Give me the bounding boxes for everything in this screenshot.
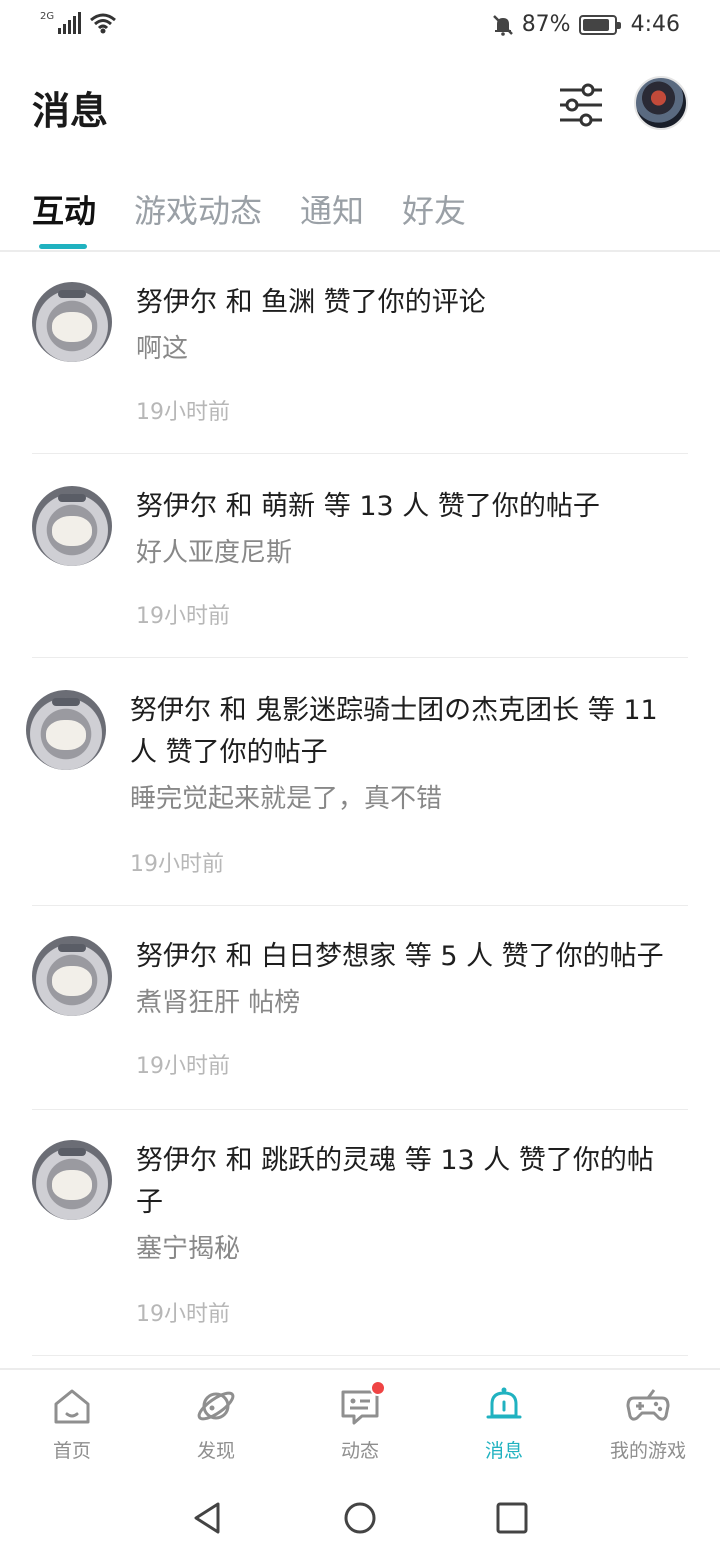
gamepad-icon bbox=[626, 1389, 670, 1421]
message-title-continued: 人 赞了你的帖子 bbox=[130, 737, 328, 768]
filter-button[interactable] bbox=[556, 82, 606, 128]
nav-label: 动态 bbox=[340, 1440, 379, 1462]
nav-label: 消息 bbox=[484, 1440, 523, 1462]
network-type: 2G bbox=[40, 11, 55, 22]
header: 消息 bbox=[0, 60, 720, 160]
message-excerpt: 煮肾狂肝 帖榜 bbox=[136, 988, 301, 1018]
avatar[interactable] bbox=[32, 486, 112, 566]
avatar[interactable] bbox=[32, 282, 112, 362]
tab-indicator bbox=[39, 244, 87, 249]
list-item[interactable]: 努伊尔 和 鬼影迷踪骑士团の杰克团长 等 11 人 赞了你的帖子 睡完觉起来就是… bbox=[26, 658, 688, 906]
list-item[interactable]: 努伊尔 和 萌新 等 13 人 赞了你的帖子 好人亚度尼斯 19小时前 bbox=[32, 454, 688, 658]
recents-icon[interactable] bbox=[494, 1500, 530, 1536]
tab-bar: 互动 游戏动态 通知 好友 bbox=[0, 182, 720, 252]
planet-icon bbox=[197, 1391, 235, 1421]
home-icon bbox=[54, 1389, 90, 1424]
timestamp: 19小时前 bbox=[136, 1054, 230, 1079]
clock: 4:46 bbox=[630, 12, 680, 37]
signal-icon bbox=[58, 12, 82, 34]
timestamp: 19小时前 bbox=[130, 852, 224, 877]
nav-feed[interactable]: 动态 bbox=[288, 1380, 432, 1463]
avatar[interactable] bbox=[32, 936, 112, 1016]
list-item[interactable]: 努伊尔 和 白日梦想家 等 5 人 赞了你的帖子 煮肾狂肝 帖榜 19小时前 bbox=[32, 906, 688, 1110]
battery-percent: 87% bbox=[521, 12, 571, 37]
wifi-icon bbox=[90, 13, 117, 34]
message-excerpt: 睡完觉起来就是了，真不错 bbox=[130, 784, 443, 814]
nav-label: 发现 bbox=[196, 1440, 235, 1462]
bottom-nav: 首页 发现 动态 消息 我的游戏 bbox=[0, 1368, 720, 1476]
sliders-icon bbox=[560, 83, 602, 127]
status-left: 2G bbox=[40, 12, 117, 34]
nav-home[interactable]: 首页 bbox=[0, 1384, 144, 1463]
message-list: 努伊尔 和 鱼渊 赞了你的评论 啊这 19小时前 努伊尔 和 萌新 等 13 人… bbox=[0, 252, 720, 1367]
status-right: 87% 4:46 bbox=[492, 12, 680, 37]
user-avatar[interactable] bbox=[634, 76, 688, 130]
tab-interaction[interactable]: 互动 bbox=[32, 186, 96, 232]
bell-icon bbox=[486, 1387, 522, 1419]
list-item[interactable]: 努伊尔 和 跳跃的灵魂 等 13 人 赞了你的帖 子 塞宁揭秘 19小时前 bbox=[32, 1110, 688, 1356]
message-excerpt: 塞宁揭秘 bbox=[136, 1234, 241, 1264]
mute-bell-icon bbox=[492, 14, 513, 36]
timestamp: 19小时前 bbox=[136, 400, 230, 425]
message-excerpt: 啊这 bbox=[136, 334, 189, 364]
timestamp: 19小时前 bbox=[136, 604, 230, 629]
status-bar: 2G 87% 4:46 bbox=[0, 0, 720, 52]
avatar[interactable] bbox=[32, 1140, 112, 1220]
tab-friends[interactable]: 好友 bbox=[402, 186, 466, 232]
tab-game-news[interactable]: 游戏动态 bbox=[134, 186, 262, 232]
message-title: 努伊尔 和 跳跃的灵魂 等 13 人 赞了你的帖 bbox=[136, 1145, 654, 1176]
message-title: 努伊尔 和 萌新 等 13 人 赞了你的帖子 bbox=[136, 491, 600, 522]
nav-my-games[interactable]: 我的游戏 bbox=[576, 1384, 720, 1463]
system-navigation-bar bbox=[0, 1476, 720, 1560]
battery-icon bbox=[578, 14, 621, 35]
back-icon[interactable] bbox=[190, 1500, 226, 1536]
notification-badge bbox=[370, 1380, 386, 1396]
nav-messages[interactable]: 消息 bbox=[432, 1384, 576, 1463]
message-title: 努伊尔 和 鱼渊 赞了你的评论 bbox=[136, 287, 486, 318]
message-excerpt: 好人亚度尼斯 bbox=[136, 538, 293, 568]
page-title: 消息 bbox=[32, 89, 109, 133]
avatar[interactable] bbox=[26, 690, 106, 770]
message-title: 努伊尔 和 鬼影迷踪骑士团の杰克团长 等 11 bbox=[130, 695, 658, 726]
nav-label: 我的游戏 bbox=[609, 1440, 686, 1462]
nav-label: 首页 bbox=[52, 1440, 91, 1462]
list-item[interactable]: 努伊尔 和 鱼渊 赞了你的评论 啊这 19小时前 bbox=[32, 252, 688, 454]
nav-discover[interactable]: 发现 bbox=[144, 1384, 288, 1463]
timestamp: 19小时前 bbox=[136, 1302, 230, 1327]
home-circle-icon[interactable] bbox=[342, 1500, 378, 1536]
chat-icon bbox=[338, 1380, 386, 1428]
message-title-continued: 子 bbox=[136, 1187, 163, 1218]
message-title: 努伊尔 和 白日梦想家 等 5 人 赞了你的帖子 bbox=[136, 941, 664, 972]
tab-notifications[interactable]: 通知 bbox=[300, 186, 364, 232]
